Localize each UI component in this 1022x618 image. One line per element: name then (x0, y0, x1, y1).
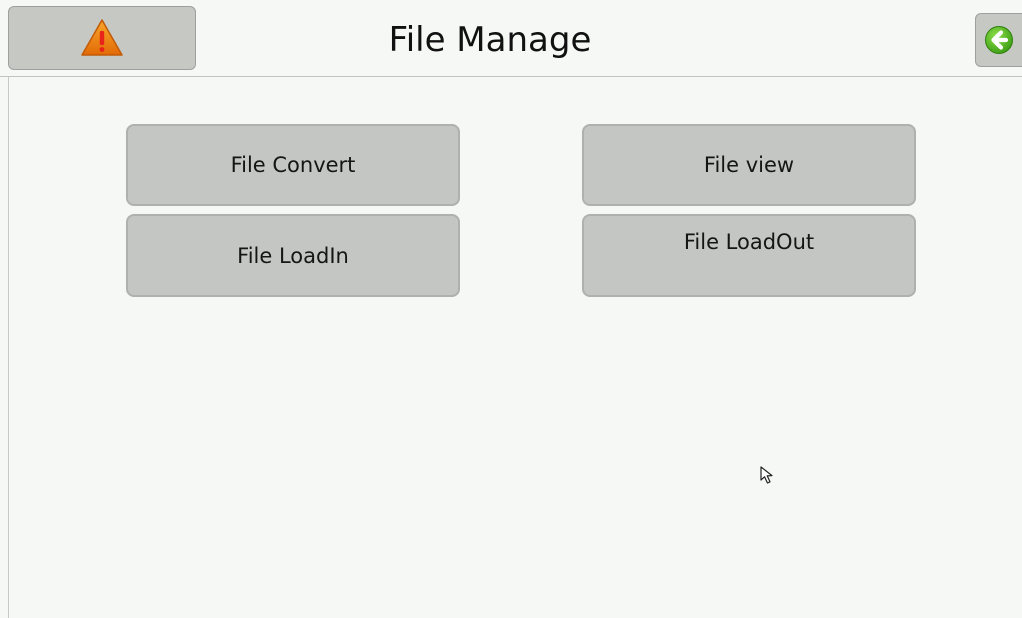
content-area: File Convert File view File LoadIn File … (8, 77, 1022, 618)
back-arrow-icon (985, 26, 1013, 54)
file-loadin-button[interactable]: File LoadIn (126, 214, 460, 297)
mouse-cursor-icon (760, 466, 773, 484)
file-convert-button[interactable]: File Convert (126, 124, 460, 206)
back-button[interactable] (975, 13, 1022, 67)
file-loadout-button[interactable]: File LoadOut (582, 214, 916, 297)
file-manage-screen: File Manage File Convert File view File … (0, 0, 1022, 618)
page-title: File Manage (388, 20, 592, 60)
header-bar: File Manage (0, 0, 1022, 77)
warning-triangle-icon (81, 19, 123, 56)
file-view-button[interactable]: File view (582, 124, 916, 206)
alarm-button[interactable] (8, 6, 196, 70)
